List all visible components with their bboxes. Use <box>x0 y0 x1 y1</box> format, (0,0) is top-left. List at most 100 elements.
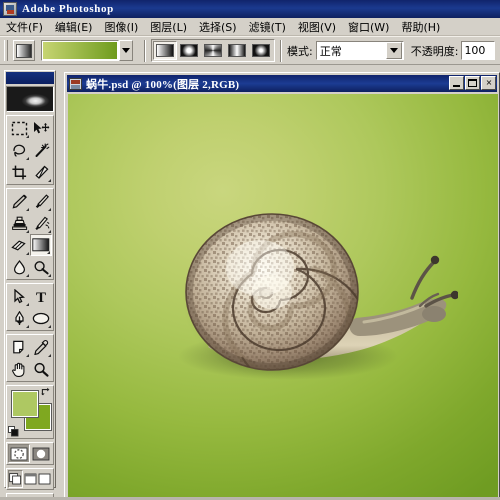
menu-item-view[interactable]: 视图(V) <box>292 18 342 36</box>
flyout-triangle-icon <box>26 157 29 160</box>
upper-eye-right <box>450 290 458 300</box>
swap-colors-icon[interactable] <box>41 387 51 397</box>
crop-tool[interactable] <box>8 161 30 183</box>
gradient-type-button-group <box>151 39 275 62</box>
eyedropper-tool[interactable] <box>30 336 52 358</box>
shape-tool[interactable] <box>30 307 52 329</box>
screen-mode-group <box>6 468 54 490</box>
menu-bar: 文件(F) 编辑(E) 图像(I) 图层(L) 选择(S) 滤镜(T) 视图(V… <box>0 18 500 36</box>
menu-item-file[interactable]: 文件(F) <box>0 18 49 36</box>
tool-options-bar: 模式: 正常 不透明度: 100 <box>0 36 500 65</box>
gradient-tool-indicator-icon[interactable] <box>13 40 35 61</box>
linear-gradient-button[interactable] <box>153 41 177 60</box>
pen-tool[interactable] <box>8 307 30 329</box>
flyout-triangle-icon <box>48 325 51 328</box>
slice-tool[interactable] <box>30 161 52 183</box>
clone-stamp-tool[interactable] <box>8 212 30 234</box>
tool-row <box>8 256 52 278</box>
eraser-tool[interactable] <box>8 234 30 256</box>
snail-snout <box>422 306 446 322</box>
tool-group-selection <box>6 115 54 185</box>
doc-minimize-button[interactable] <box>449 76 464 90</box>
healing-brush-tool[interactable] <box>8 190 30 212</box>
gradient-preview-swatch[interactable] <box>41 40 119 61</box>
image-canvas[interactable] <box>68 94 498 498</box>
tool-row <box>8 358 52 380</box>
hand-icon <box>12 362 25 377</box>
fullscreen-button[interactable] <box>37 470 52 488</box>
doc-close-button[interactable]: × <box>481 76 496 90</box>
note-page-icon <box>12 340 23 353</box>
gradient-picker-dropdown-button[interactable] <box>119 40 133 61</box>
maximize-icon <box>468 79 477 87</box>
path-selection-tool[interactable] <box>8 285 30 307</box>
flyout-triangle-icon <box>47 251 50 254</box>
photoshop-app-icon <box>3 2 17 16</box>
menu-item-layer[interactable]: 图层(L) <box>144 18 193 36</box>
opacity-input[interactable]: 100 <box>461 41 496 60</box>
menu-item-edit[interactable]: 编辑(E) <box>49 18 99 36</box>
clone-stamp-icon <box>11 216 27 230</box>
document-title-bar[interactable]: 蜗牛.psd @ 100%(图层 2,RGB) × <box>67 75 497 92</box>
quick-mask-mode-button[interactable] <box>30 444 52 463</box>
blur-tool[interactable] <box>8 256 30 278</box>
toolbox-title-bar[interactable] <box>6 72 54 84</box>
document-window-buttons: × <box>449 76 496 90</box>
marquee-icon <box>11 121 27 135</box>
marquee-tool[interactable] <box>8 117 30 139</box>
blend-mode-dropdown-button[interactable] <box>385 42 402 59</box>
flyout-triangle-icon <box>26 208 29 211</box>
gradient-tool[interactable] <box>29 234 52 256</box>
type-tool[interactable]: T <box>30 285 52 307</box>
menu-item-select[interactable]: 选择(S) <box>193 18 243 36</box>
flyout-triangle-icon <box>48 230 51 233</box>
paintbrush-tool[interactable] <box>30 190 52 212</box>
dodge-tool[interactable] <box>30 256 52 278</box>
shell-center-highlight <box>252 275 292 309</box>
gradient-picker[interactable] <box>41 40 133 61</box>
default-colors-icon[interactable] <box>8 426 19 437</box>
tool-row <box>8 234 52 256</box>
dodge-icon <box>33 260 49 274</box>
standard-mask-icon <box>10 447 28 460</box>
flyout-triangle-icon <box>26 303 29 306</box>
menu-item-help[interactable]: 帮助(H) <box>395 18 446 36</box>
upper-tentacle-left <box>410 260 436 300</box>
opacity-label: 不透明度: <box>410 44 459 58</box>
magnifier-icon <box>34 362 49 377</box>
menu-item-filter[interactable]: 滤镜(T) <box>243 18 292 36</box>
foreground-color-swatch[interactable] <box>11 390 39 418</box>
diamond-gradient-button[interactable] <box>249 41 273 60</box>
notes-tool[interactable] <box>8 336 30 358</box>
menu-item-window[interactable]: 窗口(W) <box>342 18 395 36</box>
radial-gradient-button[interactable] <box>177 41 201 60</box>
standard-screen-button[interactable] <box>8 470 23 488</box>
fullscreen-menubar-button[interactable] <box>23 470 38 488</box>
lasso-icon <box>12 144 25 157</box>
lasso-tool[interactable] <box>8 139 30 161</box>
blend-mode-select[interactable]: 正常 <box>315 41 404 60</box>
eye-banner-image[interactable] <box>6 86 54 112</box>
standard-mode-button[interactable] <box>8 444 31 463</box>
flyout-triangle-icon <box>48 208 51 211</box>
history-brush-tool[interactable] <box>30 212 52 234</box>
angle-gradient-button[interactable] <box>201 41 225 60</box>
hand-tool[interactable] <box>8 358 30 380</box>
reflected-gradient-button[interactable] <box>225 41 249 60</box>
mask-mode-row <box>8 444 52 463</box>
mode-label: 模式: <box>287 44 313 58</box>
zoom-tool[interactable] <box>30 358 52 380</box>
flyout-triangle-icon <box>26 354 29 357</box>
app-title: Adobe Photoshop <box>22 3 114 15</box>
tool-row <box>8 139 52 161</box>
magic-wand-tool[interactable] <box>30 139 52 161</box>
menu-item-image[interactable]: 图像(I) <box>98 18 144 36</box>
slice-knife-icon <box>34 165 48 179</box>
options-divider-2 <box>280 39 282 62</box>
doc-maximize-button[interactable] <box>465 76 480 90</box>
chevron-down-icon <box>389 48 398 53</box>
options-bar-grip[interactable] <box>4 40 8 61</box>
options-divider-1 <box>144 39 146 62</box>
move-tool[interactable] <box>30 117 52 139</box>
chevron-down-icon <box>122 48 130 53</box>
